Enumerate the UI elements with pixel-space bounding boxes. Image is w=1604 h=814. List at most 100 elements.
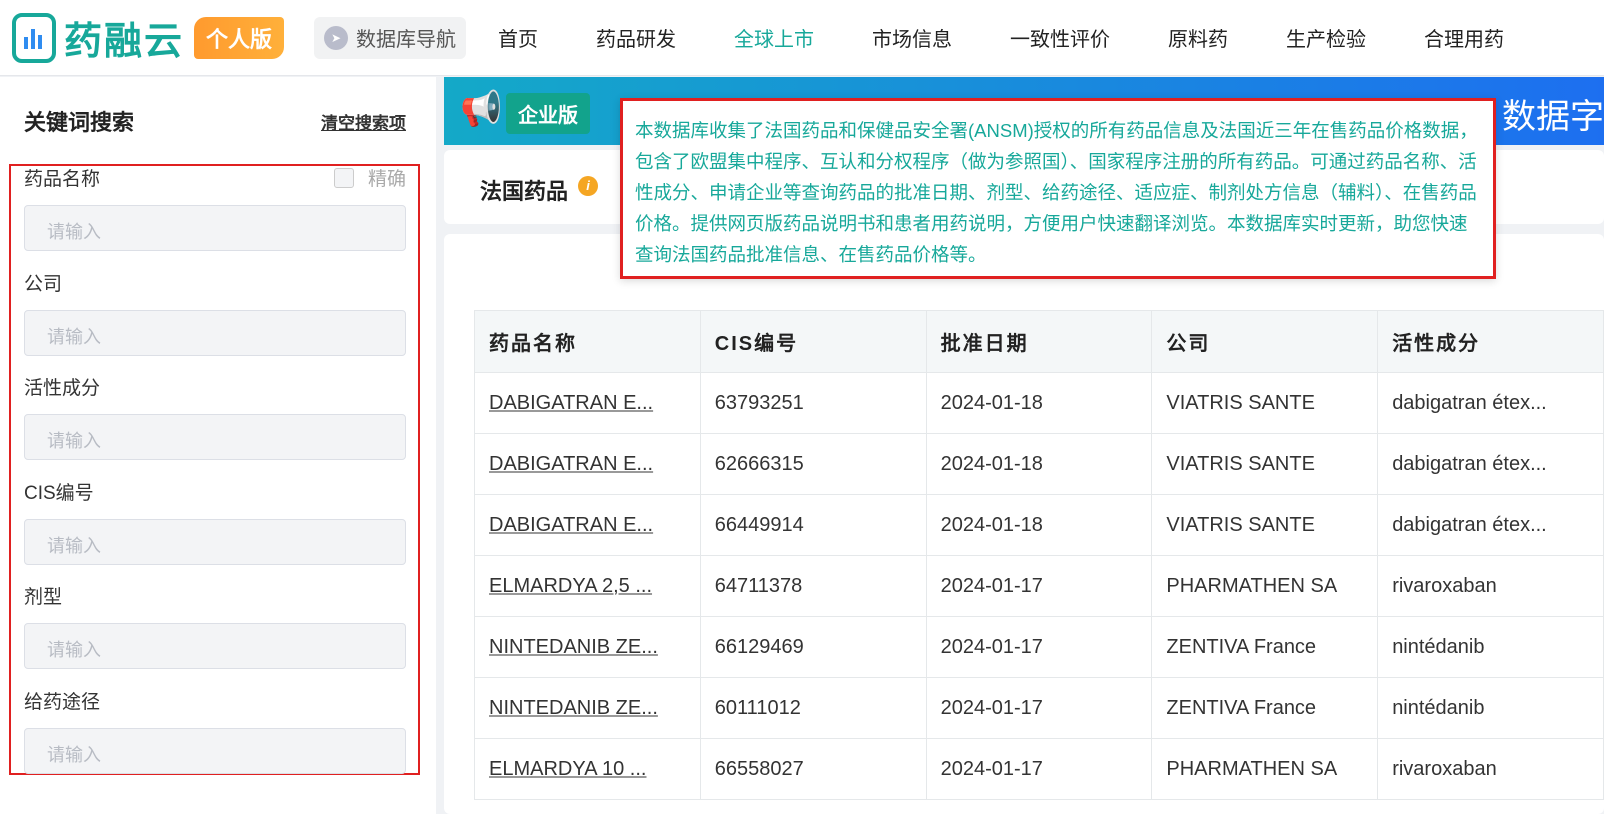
clear-search-link[interactable]: 清空搜索项 xyxy=(321,109,406,134)
info-tooltip: 本数据库收集了法国药品和保健品安全署(ANSM)授权的所有药品信息及法国近三年在… xyxy=(620,98,1496,279)
exact-checkbox[interactable]: 精确 xyxy=(333,164,406,191)
table-cell: 2024-01-18 xyxy=(925,372,1153,434)
table-cell: nintédanib xyxy=(1377,677,1604,739)
drug-name-link[interactable]: NINTEDANIB ZE... xyxy=(489,697,658,719)
logo[interactable]: 药融云 个人版 xyxy=(12,10,285,65)
table-cell: 66449914 xyxy=(699,494,927,556)
drug-name-link[interactable]: DABIGATRAN E... xyxy=(489,453,653,475)
drug-name-link[interactable]: NINTEDANIB ZE... xyxy=(489,636,658,658)
table-cell: 60111012 xyxy=(699,677,927,739)
field-label: 剂型 xyxy=(24,587,63,608)
top-nav: 药融云 个人版 ➤ 数据库导航 首页 药品研发 全球上市 市场信息 一致性评价 原料药 生产检… xyxy=(0,0,1604,76)
search-input[interactable]: 请输入 xyxy=(24,727,406,774)
sidebar: 关键词搜索 清空搜索项 药品名称 请输入 精确 公司 请输入 活性成分 请输入 CIS编号 请输… xyxy=(0,77,436,814)
db-nav-label: 数据库导航 xyxy=(356,29,457,51)
column-header[interactable]: 公司 xyxy=(1151,310,1379,373)
table-cell[interactable]: DABIGATRAN E... xyxy=(474,494,701,556)
enterprise-badge: 企业版 xyxy=(506,93,590,134)
table-cell: 64711378 xyxy=(699,555,927,617)
table-row[interactable]: NINTEDANIB ZE... 60111012 2024-01-17 ZENTIV… xyxy=(474,677,1604,739)
logo-text: 药融云 xyxy=(64,21,185,63)
table-cell: ZENTIVA France xyxy=(1151,677,1379,739)
table-cell: VIATRIS SANTE xyxy=(1151,433,1379,495)
table-cell: 62666315 xyxy=(699,433,927,495)
table-row[interactable]: DABIGATRAN E... 63793251 2024-01-18 VIATRIS… xyxy=(474,372,1604,434)
table-cell: rivaroxaban xyxy=(1377,555,1604,617)
table-row[interactable]: ELMARDYA 2,5 ... 64711378 2024-01-17 PHARMA… xyxy=(474,555,1604,617)
banner-text: 数据字 xyxy=(1502,98,1604,136)
search-input[interactable]: 请输入 xyxy=(24,518,406,565)
table-cell[interactable]: NINTEDANIB ZE... xyxy=(474,677,701,739)
table-cell[interactable]: NINTEDANIB ZE... xyxy=(474,616,701,678)
column-header[interactable]: 活性成分 xyxy=(1377,310,1604,373)
table-cell: VIATRIS SANTE xyxy=(1151,494,1379,556)
checkbox-icon xyxy=(333,167,354,188)
table-cell[interactable]: ELMARDYA 2,5 ... xyxy=(474,555,701,617)
drug-name-link[interactable]: DABIGATRAN E... xyxy=(489,514,653,536)
table-cell: 2024-01-17 xyxy=(925,677,1153,739)
field-label: 公司 xyxy=(24,273,63,295)
search-field: 活性成分 请输入 xyxy=(24,373,406,460)
table-cell: PHARMATHEN SA xyxy=(1151,555,1379,617)
table-cell: 2024-01-18 xyxy=(925,433,1153,495)
drug-name-link[interactable]: ELMARDYA 2,5 ... xyxy=(489,575,652,597)
table-cell: ZENTIVA France xyxy=(1151,616,1379,678)
field-label: 给药途径 xyxy=(24,691,101,713)
table-cell: dabigatran étex... xyxy=(1377,494,1604,556)
menu-item[interactable]: 药品研发 xyxy=(596,23,676,52)
search-field: 剂型 请输入 xyxy=(24,582,406,669)
field-label: CIS编号 xyxy=(24,482,94,504)
table-cell[interactable]: ELMARDYA 10 ... xyxy=(474,738,701,800)
table-cell[interactable]: DABIGATRAN E... xyxy=(474,372,701,434)
page-title: 法国药品 xyxy=(480,179,569,204)
search-field: 给药途径 请输入 xyxy=(24,687,406,774)
table-cell: 66558027 xyxy=(699,738,927,800)
column-header[interactable]: 批准日期 xyxy=(925,310,1153,373)
search-input[interactable]: 请输入 xyxy=(24,414,406,460)
field-label: 活性成分 xyxy=(24,378,101,399)
search-input[interactable]: 请输入 xyxy=(24,623,406,669)
results-table: 药品名称 CIS编号 批准日期 公司 活性成分 DABIGATRAN E... 637932… xyxy=(474,310,1604,800)
table-cell: 66129469 xyxy=(699,616,927,678)
table-cell: nintédanib xyxy=(1377,616,1604,678)
megaphone-icon: 📢 xyxy=(460,90,503,128)
info-icon[interactable]: i xyxy=(578,176,598,196)
search-input[interactable]: 请输入 xyxy=(24,205,406,251)
menu-item[interactable]: 生产检验 xyxy=(1286,23,1366,52)
table-cell: dabigatran étex... xyxy=(1377,433,1604,495)
menu-item[interactable]: 全球上市 xyxy=(734,23,814,52)
column-header[interactable]: 药品名称 xyxy=(474,310,701,373)
menu-item[interactable]: 一致性评价 xyxy=(1010,23,1110,52)
search-field: 公司 请输入 xyxy=(24,269,406,356)
menu-item[interactable]: 合理用药 xyxy=(1424,23,1504,52)
menu-item[interactable]: 原料药 xyxy=(1168,23,1228,52)
exact-label: 精确 xyxy=(367,169,406,190)
navigation-arrow-icon: ➤ xyxy=(324,25,349,50)
table-cell[interactable]: DABIGATRAN E... xyxy=(474,433,701,495)
drug-name-link[interactable]: ELMARDYA 10 ... xyxy=(489,758,646,780)
highlight-box xyxy=(9,164,420,775)
menu-item[interactable]: 市场信息 xyxy=(872,23,952,52)
database-nav-button[interactable]: ➤ 数据库导航 xyxy=(314,16,467,59)
table-cell: rivaroxaban xyxy=(1377,738,1604,800)
table-cell: 2024-01-17 xyxy=(925,616,1153,678)
search-input[interactable]: 请输入 xyxy=(24,309,406,356)
main-menu: 首页 药品研发 全球上市 市场信息 一致性评价 原料药 生产检验 合理用药 xyxy=(498,23,1562,52)
table-cell: VIATRIS SANTE xyxy=(1151,372,1379,434)
table-cell: 2024-01-17 xyxy=(925,555,1153,617)
search-field: CIS编号请输入 xyxy=(24,478,406,565)
search-field: 药品名称 请输入 精确 xyxy=(24,164,406,251)
table-cell: 63793251 xyxy=(699,372,927,434)
sidebar-title: 关键词搜索 xyxy=(24,110,135,135)
table-row[interactable]: ELMARDYA 10 ... 66558027 2024-01-17 PHARMAT… xyxy=(474,738,1604,800)
table-row[interactable]: NINTEDANIB ZE... 66129469 2024-01-17 ZENTIV… xyxy=(474,616,1604,678)
table-cell: PHARMATHEN SA xyxy=(1151,738,1379,800)
table-cell: dabigatran étex... xyxy=(1377,372,1604,434)
table-cell: 2024-01-17 xyxy=(925,738,1153,800)
table-row[interactable]: DABIGATRAN E... 62666315 2024-01-18 VIATRIS… xyxy=(474,433,1604,495)
column-header[interactable]: CIS编号 xyxy=(699,310,927,373)
drug-name-link[interactable]: DABIGATRAN E... xyxy=(489,392,653,414)
menu-item[interactable]: 首页 xyxy=(498,23,538,52)
edition-badge: 个人版 xyxy=(194,16,285,59)
table-row[interactable]: DABIGATRAN E... 66449914 2024-01-18 VIATRIS… xyxy=(474,494,1604,556)
